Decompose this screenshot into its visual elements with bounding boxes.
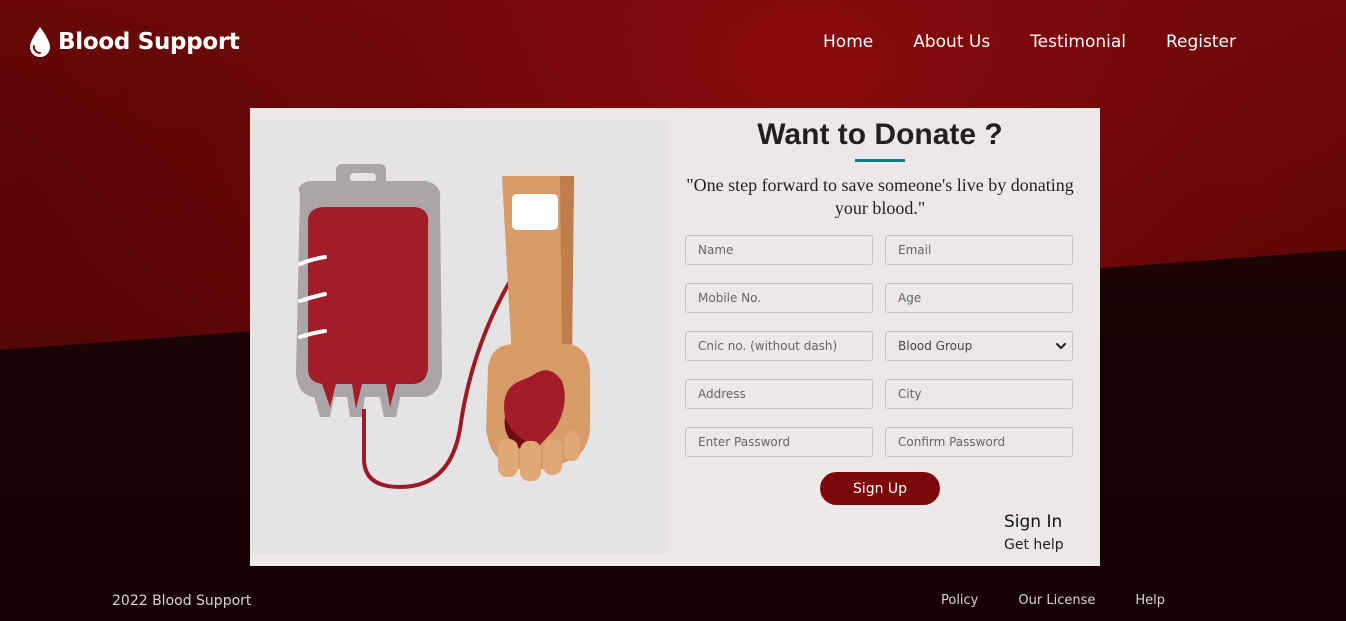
blood-group-select-wrapper: Blood Group bbox=[885, 331, 1075, 363]
footer-link-policy[interactable]: Policy bbox=[941, 593, 978, 608]
email-field[interactable] bbox=[885, 235, 1073, 265]
nav-about-us[interactable]: About Us bbox=[913, 32, 990, 52]
footer-links: Policy Our License Help bbox=[941, 593, 1165, 608]
footer-copyright: 2022 Blood Support bbox=[112, 593, 252, 609]
donate-form: Want to Donate ? "One step forward to sa… bbox=[685, 108, 1075, 566]
form-title: Want to Donate ? bbox=[757, 118, 1003, 151]
form-quote: "One step forward to save someone's live… bbox=[686, 175, 1074, 218]
blood-bag-arm-image bbox=[296, 164, 590, 490]
brand-logo[interactable]: Blood Support bbox=[28, 26, 240, 58]
nav-testimonial[interactable]: Testimonial bbox=[1030, 32, 1126, 52]
mobile-field[interactable] bbox=[685, 283, 873, 313]
blood-group-select[interactable]: Blood Group bbox=[885, 331, 1073, 361]
city-field[interactable] bbox=[885, 379, 1073, 409]
blood-donation-illustration bbox=[250, 119, 668, 554]
footer-link-our-license[interactable]: Our License bbox=[1018, 593, 1095, 608]
age-field[interactable] bbox=[885, 283, 1073, 313]
confirm-password-field[interactable] bbox=[885, 427, 1073, 457]
get-help-link[interactable]: Get help bbox=[1004, 537, 1064, 553]
nav-register[interactable]: Register bbox=[1166, 32, 1236, 52]
cnic-field[interactable] bbox=[685, 331, 873, 361]
sign-in-link[interactable]: Sign In bbox=[1004, 512, 1062, 532]
password-field[interactable] bbox=[685, 427, 873, 457]
nav-home[interactable]: Home bbox=[823, 32, 873, 52]
title-underline bbox=[855, 159, 905, 162]
brand-name: Blood Support bbox=[58, 29, 240, 55]
blood-drop-icon bbox=[30, 27, 50, 57]
sign-up-button[interactable]: Sign Up bbox=[820, 472, 940, 505]
footer-link-help[interactable]: Help bbox=[1135, 593, 1165, 608]
address-field[interactable] bbox=[685, 379, 873, 409]
donate-card: Want to Donate ? "One step forward to sa… bbox=[250, 108, 1100, 566]
main-nav: Home About Us Testimonial Register bbox=[823, 32, 1236, 52]
name-field[interactable] bbox=[685, 235, 873, 265]
